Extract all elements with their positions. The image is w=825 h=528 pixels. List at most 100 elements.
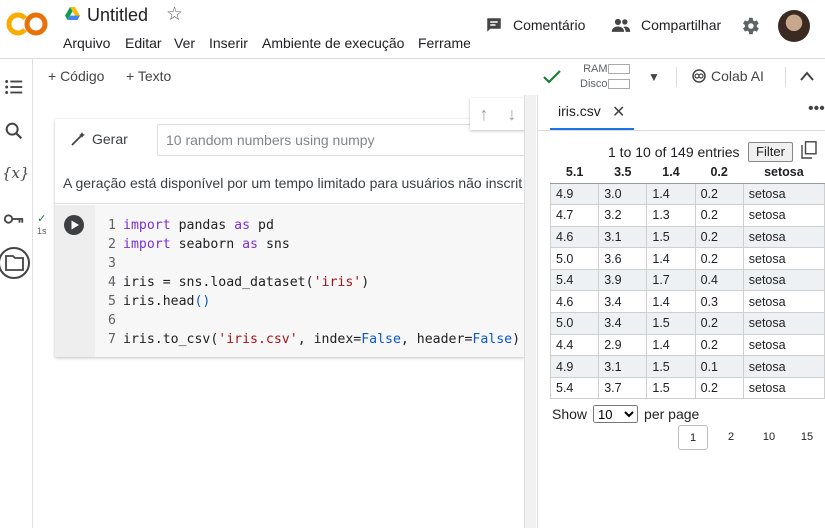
table-cell: 1.3: [646, 204, 696, 227]
column-header[interactable]: 3.5: [598, 162, 647, 184]
table-cell: setosa: [742, 268, 825, 292]
table-row: 5.0 3.4 1.5 0.2 setosa: [549, 312, 825, 335]
add-code-button[interactable]: + Código: [48, 68, 104, 84]
page-button[interactable]: 1: [678, 425, 708, 450]
gear-icon[interactable]: [739, 15, 761, 37]
disk-bar: [608, 79, 630, 89]
chevron-down-icon[interactable]: ▼: [648, 70, 660, 84]
resources-indicator[interactable]: RAM Disco: [580, 62, 608, 92]
code-line: 7 iris.to_csv('iris.csv', index=False, he…: [108, 332, 521, 347]
menu-ferramentas[interactable]: Ferrame: [418, 35, 470, 51]
page-button[interactable]: 15: [788, 425, 825, 450]
chevron-up-icon[interactable]: [800, 70, 814, 82]
page-button[interactable]: 2: [712, 425, 750, 450]
table-cell: 1.4: [646, 290, 696, 314]
colab-ai-button[interactable]: Colab AI: [692, 68, 764, 84]
table-row: 5.0 3.6 1.4 0.2 setosa: [549, 247, 825, 270]
star-icon[interactable]: ☆: [166, 3, 183, 26]
generate-label: Gerar: [92, 131, 128, 147]
table-cell: 1.7: [646, 268, 696, 292]
close-icon[interactable]: ✕: [612, 102, 625, 122]
table-cell: setosa: [742, 247, 825, 270]
table-cell: 0.4: [694, 268, 744, 292]
table-row: 4.7 3.2 1.3 0.2 setosa: [549, 204, 825, 227]
table-cell: 0.2: [694, 333, 744, 357]
comment-icon: [487, 18, 501, 32]
search-icon[interactable]: [3, 120, 25, 142]
move-up-icon[interactable]: ↑: [480, 104, 489, 125]
page-size-select[interactable]: 10: [593, 405, 639, 423]
table-cell: 0.2: [694, 312, 744, 335]
table-cell: setosa: [742, 333, 825, 357]
toolbar-separator: [676, 67, 677, 87]
table-cell: 0.2: [694, 204, 744, 227]
table-cell: 3.7: [598, 376, 648, 400]
column-header[interactable]: 5.1: [550, 162, 599, 184]
table-of-contents-icon[interactable]: [3, 76, 25, 98]
page-button[interactable]: 10: [750, 425, 788, 450]
menu-arquivo[interactable]: Arquivo: [63, 35, 110, 51]
tab-iris-csv[interactable]: iris.csv: [558, 103, 601, 119]
move-down-icon[interactable]: ↓: [508, 104, 517, 125]
more-options-icon[interactable]: •••: [808, 100, 825, 118]
key-icon[interactable]: [3, 208, 25, 230]
run-cell-button[interactable]: [63, 214, 85, 236]
toolbar-separator: [785, 67, 786, 87]
table-cell: setosa: [742, 225, 825, 249]
execution-status: ✓ 1s: [37, 213, 47, 237]
table-cell: setosa: [742, 312, 825, 335]
table-cell: 4.7: [549, 204, 600, 227]
table-cell: setosa: [742, 376, 825, 400]
generate-button[interactable]: Gerar: [70, 131, 128, 147]
table-cell: 4.9: [549, 182, 600, 206]
table-cell: 5.0: [549, 312, 600, 335]
colab-logo[interactable]: [6, 10, 48, 38]
table-cell: 0.2: [694, 376, 744, 400]
table-cell: 1.5: [646, 355, 696, 378]
table-row: 4.9 3.0 1.4 0.2 setosa: [549, 182, 825, 206]
pagination: 1 2 10 15: [678, 425, 825, 450]
page-size-control: Show 10 per page: [552, 405, 699, 423]
filter-button[interactable]: Filter: [748, 142, 793, 162]
menu-editar[interactable]: Editar: [125, 35, 162, 51]
share-button[interactable]: Compartilhar: [611, 16, 721, 34]
menu-inserir[interactable]: Inserir: [209, 35, 248, 51]
comment-button[interactable]: Comentário: [485, 16, 585, 34]
disk-label: Disco: [580, 78, 608, 90]
table-cell: 4.6: [549, 290, 600, 314]
table-cell: 3.1: [598, 355, 648, 378]
table-cell: 3.4: [598, 312, 648, 335]
divider: [0, 58, 825, 59]
copy-icon[interactable]: [801, 141, 817, 159]
add-text-button[interactable]: + Texto: [126, 68, 171, 84]
table-cell: 0.2: [694, 247, 744, 270]
csv-data-table: 5.1 3.5 1.4 0.2 setosa 4.9 3.0 1.4 0.2 setos…: [549, 162, 825, 400]
table-cell: 1.4: [646, 333, 696, 357]
table-cell: 5.0: [549, 247, 600, 270]
code-content: 1 import pandas as pd 2 import seaborn as s…: [108, 216, 520, 349]
files-folder-icon[interactable]: [0, 245, 33, 281]
table-row: 4.6 3.4 1.4 0.3 setosa: [549, 290, 825, 314]
table-cell: 0.2: [694, 182, 744, 206]
code-line: 6: [108, 313, 116, 328]
table-cell: 1.5: [646, 376, 696, 400]
table-cell: 3.2: [598, 204, 648, 227]
column-header[interactable]: 0.2: [695, 162, 744, 184]
menu-ambiente[interactable]: Ambiente de execução: [262, 35, 404, 51]
table-cell: setosa: [742, 355, 825, 378]
google-drive-icon[interactable]: [65, 7, 80, 20]
code-line: 5 iris.head(): [108, 294, 211, 309]
notebook-scrollbar[interactable]: [524, 95, 536, 528]
generation-notice: A geração está disponível por um tempo l…: [63, 175, 523, 191]
table-cell: setosa: [742, 182, 825, 206]
entries-info: 1 to 10 of 149 entries: [608, 144, 740, 160]
notebook-title[interactable]: Untitled: [87, 5, 148, 26]
avatar[interactable]: [778, 10, 810, 42]
table-cell: 2.9: [598, 333, 648, 357]
column-header[interactable]: 1.4: [646, 162, 696, 184]
column-header[interactable]: setosa: [743, 162, 825, 184]
variables-icon[interactable]: {x}: [2, 164, 30, 182]
ram-label: RAM: [583, 63, 608, 75]
table-row: 4.9 3.1 1.5 0.1 setosa: [549, 355, 825, 378]
menu-ver[interactable]: Ver: [174, 35, 195, 51]
